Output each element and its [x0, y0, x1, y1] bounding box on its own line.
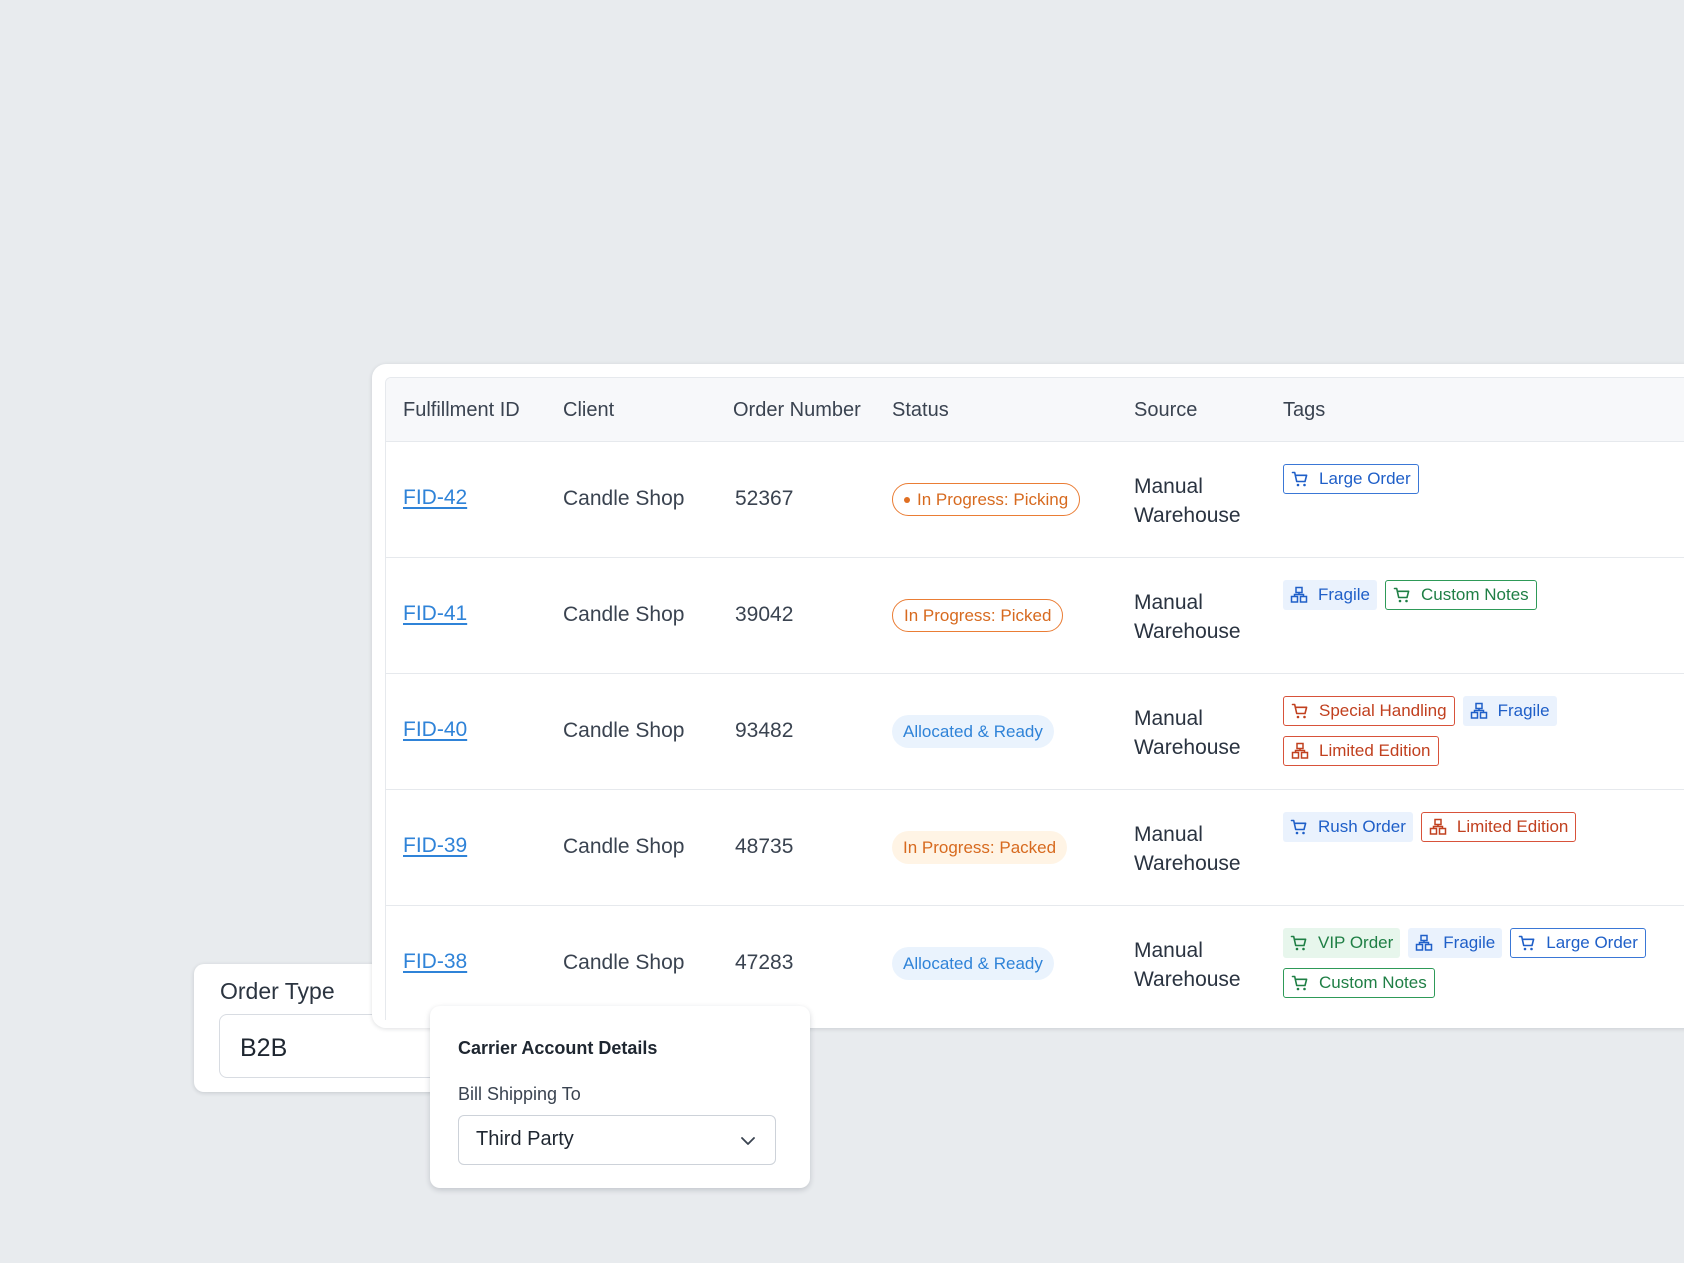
column-header-source[interactable]: Source	[1134, 399, 1197, 422]
table-body: FID-42 Candle Shop 52367 In Progress: Picki…	[386, 442, 1684, 1020]
tag-limited-edition[interactable]: Limited Edition	[1420, 812, 1577, 842]
tag-special-handling[interactable]: Special Handling	[1283, 696, 1455, 726]
status-cell: Allocated & Ready	[892, 947, 1054, 980]
carrier-account-popup: Carrier Account Details Bill Shipping To…	[430, 1006, 810, 1188]
source-cell: Manual Warehouse	[1134, 823, 1241, 875]
chevron-down-icon	[741, 1137, 755, 1145]
status-cell: In Progress: Packed	[892, 831, 1068, 864]
order-number-cell: 93482	[735, 719, 794, 742]
tag-limited-edition[interactable]: Limited Edition	[1283, 736, 1439, 766]
table-row: FID-42 Candle Shop 52367 In Progress: Picki…	[386, 442, 1684, 558]
tags-cell: VIP Order Fragile Large Order Custom Notes	[1283, 928, 1684, 1008]
bill-shipping-value: Third Party	[476, 1128, 574, 1150]
tag-large-order[interactable]: Large Order	[1283, 464, 1419, 494]
tag-label: Special Handling	[1319, 701, 1447, 720]
status-badge: In Progress: Packed	[892, 831, 1068, 864]
client-cell: Candle Shop	[563, 835, 685, 858]
source-cell: Manual Warehouse	[1134, 939, 1241, 991]
tag-fragile[interactable]: Fragile	[1408, 928, 1503, 958]
table-row: FID-41 Candle Shop 39042 In Progress: Picke…	[386, 558, 1684, 674]
column-header-order-number[interactable]: Order Number	[733, 399, 861, 422]
boxes-icon	[1470, 702, 1498, 720]
tag-custom-notes[interactable]: Custom Notes	[1384, 580, 1537, 610]
cart-icon	[1290, 818, 1318, 836]
tag-label: Large Order	[1546, 933, 1638, 952]
cart-icon	[1291, 974, 1319, 992]
tag-label: Fragile	[1443, 933, 1496, 952]
tags-cell: Fragile Custom Notes	[1283, 580, 1684, 620]
status-label: Allocated & Ready	[903, 721, 1043, 741]
table-header: Fulfillment ID Client Order Number Statu…	[386, 378, 1684, 442]
source-cell: Manual Warehouse	[1134, 475, 1241, 527]
status-label: In Progress: Packed	[903, 837, 1057, 857]
tag-label: Custom Notes	[1319, 973, 1427, 992]
status-badge: In Progress: Picked	[892, 599, 1064, 632]
fulfillment-table: Fulfillment ID Client Order Number Statu…	[385, 377, 1684, 1020]
order-number-cell: 52367	[735, 487, 794, 510]
fulfillment-id-link[interactable]: FID-42	[403, 486, 467, 510]
status-cell: In Progress: Picking	[892, 483, 1081, 516]
tag-label: VIP Order	[1318, 933, 1394, 952]
source-cell: Manual Warehouse	[1134, 707, 1241, 759]
cart-icon	[1290, 934, 1318, 952]
cart-icon	[1393, 586, 1421, 604]
status-label: In Progress: Picking	[917, 489, 1069, 509]
cart-icon	[1291, 702, 1319, 720]
fulfillment-id-link[interactable]: FID-39	[403, 834, 467, 858]
status-badge: In Progress: Picking	[892, 483, 1081, 516]
tag-rush-order[interactable]: Rush Order	[1283, 812, 1413, 842]
boxes-icon	[1291, 742, 1319, 760]
client-cell: Candle Shop	[563, 951, 685, 974]
column-header-fulfillment-id[interactable]: Fulfillment ID	[403, 399, 520, 422]
column-header-status[interactable]: Status	[892, 399, 949, 422]
status-badge: Allocated & Ready	[892, 715, 1054, 748]
carrier-account-title: Carrier Account Details	[458, 1038, 658, 1058]
boxes-icon	[1290, 586, 1318, 604]
status-label: In Progress: Picked	[904, 605, 1052, 625]
client-cell: Candle Shop	[563, 719, 685, 742]
column-header-client[interactable]: Client	[563, 399, 614, 422]
tag-label: Limited Edition	[1319, 741, 1431, 760]
client-cell: Candle Shop	[563, 487, 685, 510]
bill-shipping-label: Bill Shipping To	[458, 1084, 581, 1104]
boxes-icon	[1429, 818, 1457, 836]
tags-cell: Rush Order Limited Edition	[1283, 812, 1684, 852]
tag-vip-order[interactable]: VIP Order	[1283, 928, 1401, 958]
order-type-label: Order Type	[220, 978, 335, 1004]
bill-shipping-select[interactable]: Third Party	[458, 1115, 776, 1165]
status-dot-icon	[904, 496, 910, 503]
status-label: Allocated & Ready	[903, 953, 1043, 973]
client-cell: Candle Shop	[563, 603, 685, 626]
table-row: FID-38 Candle Shop 47283 Allocated & Ready M…	[386, 906, 1684, 1020]
tag-label: Fragile	[1497, 701, 1550, 720]
column-header-tags[interactable]: Tags	[1283, 399, 1325, 422]
tag-label: Custom Notes	[1420, 585, 1529, 604]
tag-custom-notes[interactable]: Custom Notes	[1283, 968, 1435, 998]
tags-cell: Special Handling Fragile Limited Edition	[1283, 696, 1684, 776]
fulfillment-table-card: Fulfillment ID Client Order Number Statu…	[372, 364, 1684, 1028]
table-row: FID-40 Candle Shop 93482 Allocated & Ready M…	[386, 674, 1684, 790]
tag-label: Fragile	[1318, 585, 1370, 604]
status-badge: Allocated & Ready	[892, 947, 1054, 980]
tags-cell: Large Order	[1283, 464, 1684, 504]
order-number-cell: 39042	[735, 603, 794, 626]
boxes-icon	[1415, 934, 1443, 952]
source-cell: Manual Warehouse	[1134, 591, 1241, 643]
fulfillment-id-link[interactable]: FID-38	[403, 950, 467, 974]
tag-label: Large Order	[1319, 469, 1411, 488]
cart-icon	[1518, 934, 1546, 952]
tag-fragile[interactable]: Fragile	[1462, 696, 1557, 726]
table-row: FID-39 Candle Shop 48735 In Progress: Packe…	[386, 790, 1684, 906]
status-cell: Allocated & Ready	[892, 715, 1054, 748]
order-number-cell: 47283	[735, 951, 794, 974]
cart-icon	[1291, 470, 1319, 488]
order-number-cell: 48735	[735, 835, 794, 858]
tag-label: Rush Order	[1318, 817, 1406, 836]
tag-label: Limited Edition	[1456, 817, 1569, 836]
status-cell: In Progress: Picked	[892, 599, 1064, 632]
fulfillment-id-link[interactable]: FID-40	[403, 718, 467, 742]
fulfillment-id-link[interactable]: FID-41	[403, 602, 467, 626]
tag-large-order[interactable]: Large Order	[1510, 928, 1646, 958]
tag-fragile[interactable]: Fragile	[1283, 580, 1377, 610]
